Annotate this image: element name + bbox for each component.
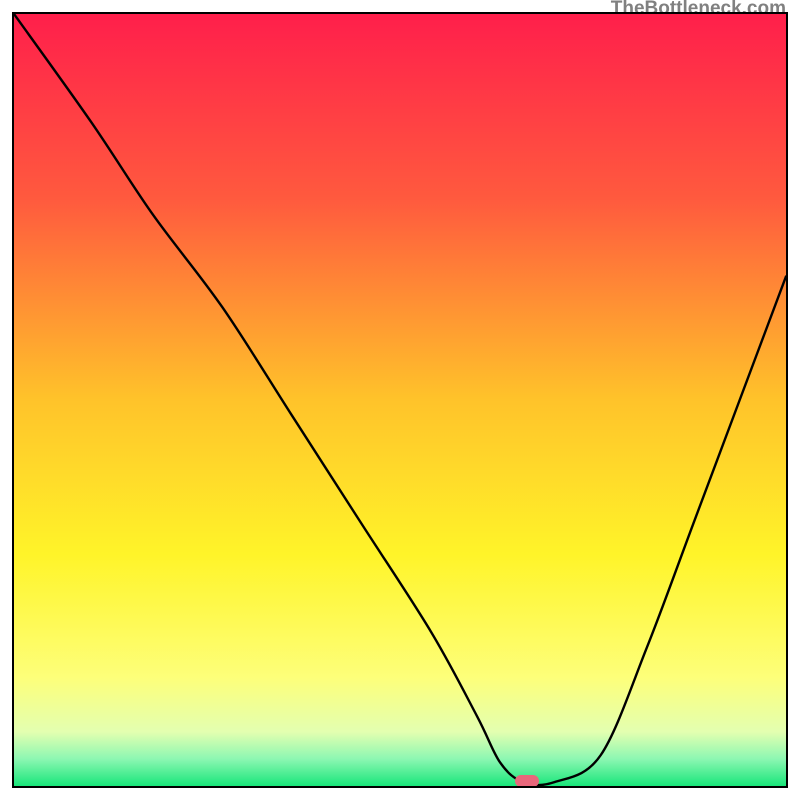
optimum-marker [515, 775, 539, 787]
plot-area [12, 12, 788, 788]
curve-layer [14, 14, 786, 786]
bottleneck-chart: TheBottleneck.com [0, 0, 800, 800]
bottleneck-curve [14, 14, 786, 785]
